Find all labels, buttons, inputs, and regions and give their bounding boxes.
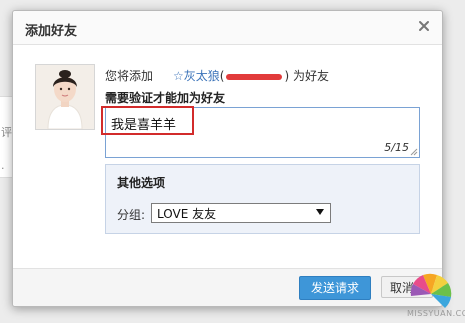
options-title: 其他选项 <box>117 176 166 190</box>
dialog-title: 添加好友 <box>25 24 78 39</box>
avatar <box>35 64 95 130</box>
resize-grip-icon[interactable] <box>410 148 418 156</box>
verification-message-input[interactable] <box>111 112 401 134</box>
group-select[interactable]: LOVE 友友 <box>151 203 331 223</box>
close-icon <box>419 21 429 31</box>
char-counter: 5/15 <box>384 141 409 154</box>
watermark-logo: MISSYUAN.COM <box>400 268 465 320</box>
dropdown-arrow-icon <box>316 209 324 215</box>
group-label: 分组: <box>117 208 146 222</box>
send-request-button[interactable]: 发送请求 <box>299 276 371 300</box>
friend-nickname: ☆灰太狼 <box>161 69 220 83</box>
group-select-value: LOVE 友友 <box>157 207 217 221</box>
background-text-fragment: · <box>1 162 5 175</box>
watermark-text: MISSYUAN.COM <box>407 309 465 318</box>
account-number-redacted <box>226 73 283 80</box>
account-open: ( <box>219 69 225 83</box>
add-prefix-text: 您将添加 <box>105 69 154 83</box>
add-friend-info: 您将添加 ☆灰太狼() 为好友 <box>105 67 329 84</box>
other-options-panel: 其他选项 分组: LOVE 友友 <box>105 164 420 234</box>
account-close: ) <box>284 69 290 83</box>
background-text-fragment: 评 <box>1 126 12 139</box>
dialog-footer: 发送请求 取消 <box>13 268 442 306</box>
close-button[interactable] <box>416 18 432 34</box>
dialog-titlebar: 添加好友 <box>13 11 442 45</box>
add-suffix-text: 为好友 <box>292 69 329 83</box>
add-friend-dialog: 添加好友 您将添加 ☆灰太狼() 为好友 需要验证才能加为好友 5/15 <box>12 10 443 307</box>
verify-label: 需要验证才能加为好友 <box>105 91 226 105</box>
verification-message-box: 5/15 <box>105 107 420 158</box>
